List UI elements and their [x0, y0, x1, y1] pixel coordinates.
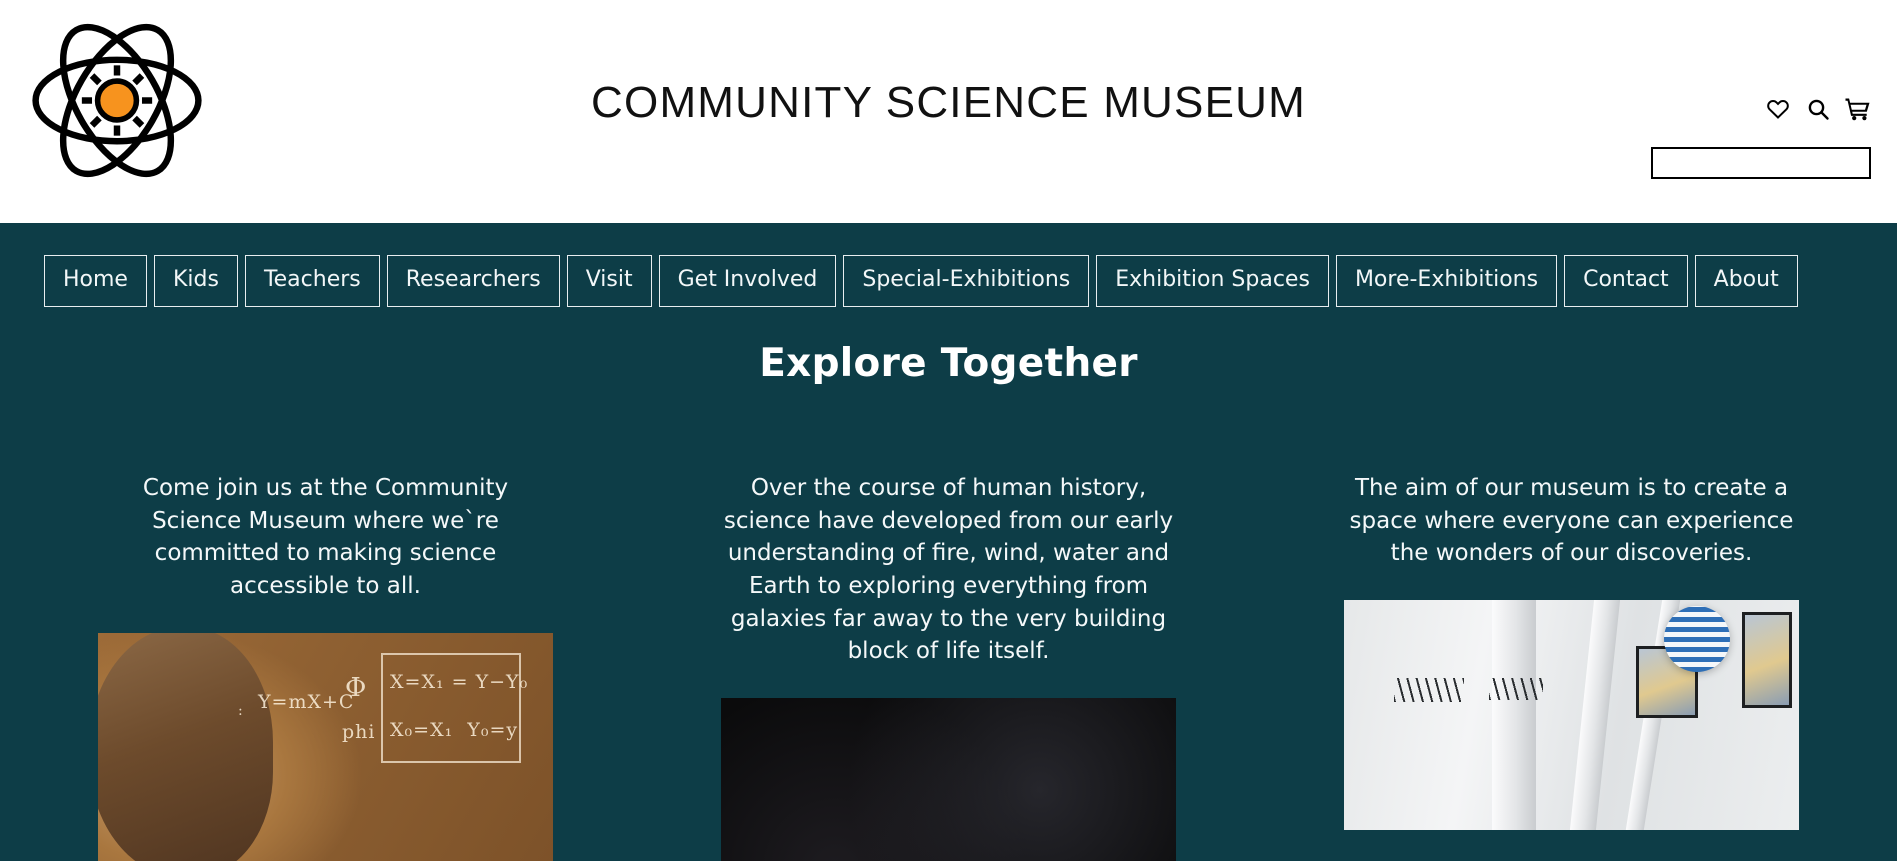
intro-text-3: The aim of our museum is to create a spa…: [1349, 475, 1794, 567]
intro-column-3: The aim of our museum is to create a spa…: [1308, 472, 1835, 861]
intro-text-1: Come join us at the Community Science Mu…: [142, 475, 509, 599]
nav-item-researchers[interactable]: Researchers: [386, 255, 560, 307]
nav-item-kids[interactable]: Kids: [153, 255, 238, 307]
nav-item-teachers[interactable]: Teachers: [244, 255, 380, 307]
chalk-phi: Φ: [345, 672, 368, 703]
framed-artwork: [1742, 611, 1792, 708]
chalk-formula-2: X=X₁ = Y−Y₀: [390, 670, 529, 693]
nav-item-get-involved[interactable]: Get Involved: [658, 255, 837, 307]
chalkboard-image: Y=mX+C Φ phi X=X₁ = Y−Y₀ X₀=X₁ Y₀=y :: [98, 632, 553, 861]
gallery-pillar: [1569, 599, 1621, 830]
nav-item-more-exhibitions[interactable]: More-Exhibitions: [1335, 255, 1558, 307]
chalk-phi-label: phi: [342, 720, 376, 743]
child-silhouette: [98, 632, 273, 861]
page-title: COMMUNITY SCIENCE MUSEUM: [591, 78, 1306, 127]
main-content: Explore Together Come join us at the Com…: [0, 341, 1897, 861]
chalkboard-photo: Y=mX+C Φ phi X=X₁ = Y−Y₀ X₀=X₁ Y₀=y :: [98, 632, 553, 861]
intro-column-2: Over the course of human history, scienc…: [685, 472, 1212, 861]
nav-item-contact[interactable]: Contact: [1564, 255, 1688, 307]
nav-item-special-exhibitions[interactable]: Special-Exhibitions: [843, 255, 1090, 307]
globe-sculpture: [1664, 605, 1730, 672]
cart-icon[interactable]: [1845, 96, 1871, 122]
nav-item-exhibition-spaces[interactable]: Exhibition Spaces: [1096, 255, 1329, 307]
site-header: COMMUNITY SCIENCE MUSEUM: [0, 0, 1897, 223]
night-sky-photo: [721, 697, 1176, 861]
chalk-formula-3: X₀=X₁ Y₀=y: [390, 718, 519, 741]
ceiling-grid: [1394, 677, 1464, 702]
ceiling-grid: [1489, 677, 1543, 700]
nav-item-visit[interactable]: Visit: [566, 255, 652, 307]
gallery-pillar: [1492, 599, 1536, 830]
nav-item-about[interactable]: About: [1694, 255, 1798, 307]
intro-columns: Come join us at the Community Science Mu…: [0, 472, 1897, 861]
intro-column-1: Come join us at the Community Science Mu…: [62, 472, 589, 861]
search-input[interactable]: [1651, 147, 1871, 179]
chalk-formula-1: Y=mX+C: [258, 690, 355, 713]
section-heading: Explore Together: [759, 341, 1138, 386]
chalk-box: [381, 652, 521, 763]
header-icon-group: [1765, 96, 1871, 122]
nav-item-home[interactable]: Home: [44, 255, 147, 307]
gallery-image: [1344, 599, 1799, 830]
main-navigation: Home Kids Teachers Researchers Visit Get…: [0, 223, 1897, 307]
intro-text-2: Over the course of human history, scienc…: [723, 475, 1174, 665]
search-icon[interactable]: [1805, 96, 1831, 122]
chalk-dots: :: [238, 702, 244, 719]
space-image: [721, 697, 1176, 861]
museum-interior-photo: [1344, 599, 1799, 830]
wishlist-heart-icon[interactable]: [1765, 96, 1791, 122]
